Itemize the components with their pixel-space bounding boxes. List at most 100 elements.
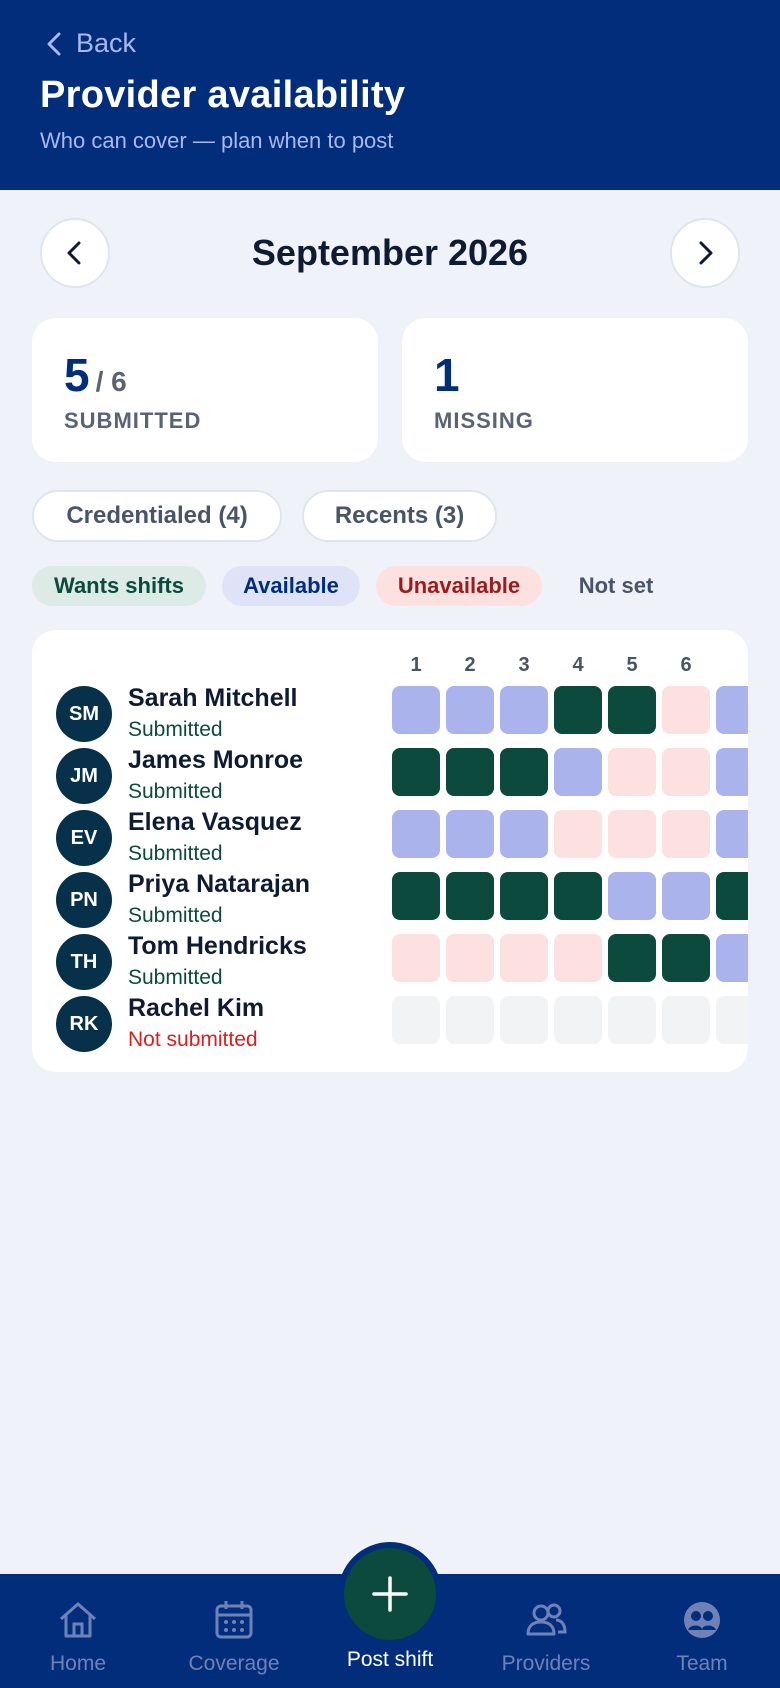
nav-item-providers[interactable]: Providers [486,1598,606,1676]
provider-row[interactable]: SM Sarah Mitchell Submitted [32,684,748,746]
chevron-left-icon [47,32,61,55]
filter-chip-credentialed[interactable]: Credentialed (4) [32,490,282,542]
provider-status: Submitted [128,718,223,741]
availability-cell[interactable] [554,686,602,734]
availability-cell[interactable] [446,934,494,982]
nav-label-providers: Providers [501,1652,591,1675]
availability-cell[interactable] [662,748,710,796]
avatar: RK [56,996,112,1052]
availability-cell[interactable] [392,810,440,858]
nav-item-team[interactable]: Team [642,1598,762,1676]
avatar: JM [56,748,112,804]
back-button[interactable]: Back [44,28,136,59]
provider-name: Sarah Mitchell [128,684,298,712]
availability-cell[interactable] [554,996,602,1044]
avatar: TH [56,934,112,990]
availability-cell[interactable] [446,748,494,796]
availability-cell[interactable] [554,934,602,982]
provider-row[interactable]: JM James Monroe Submitted [32,746,748,808]
availability-cell[interactable] [392,872,440,920]
nav-label-coverage: Coverage [188,1652,280,1675]
filter-chip-recents[interactable]: Recents (3) [302,490,497,542]
availability-grid: 1 2 3 4 5 6 SM Sarah Mitchell Submitted JM James M… [32,630,748,1072]
availability-cell[interactable] [500,810,548,858]
provider-name: Elena Vasquez [128,808,302,836]
availability-cell[interactable] [446,872,494,920]
availability-cell[interactable] [662,810,710,858]
availability-cell[interactable] [392,748,440,796]
provider-status: Not submitted [128,1028,258,1051]
legend-not-set: Not set [578,573,654,598]
month-selector: September 2026 [40,218,740,290]
availability-cell[interactable] [608,810,656,858]
availability-cell[interactable] [446,996,494,1044]
post-shift-button[interactable] [344,1548,436,1640]
availability-cell[interactable] [608,996,656,1044]
availability-cell[interactable] [716,934,748,982]
page-title: Provider availability [40,74,406,116]
team-icon [684,1602,720,1638]
app-header: Back Provider availability Who can cover… [0,0,780,190]
legend-available: Available [222,566,360,606]
day-header: 2 [464,654,476,676]
avatar: SM [56,686,112,742]
availability-cell[interactable] [392,934,440,982]
provider-row[interactable]: EV Elena Vasquez Submitted [32,808,748,870]
availability-cell[interactable] [500,996,548,1044]
availability-cell[interactable] [554,748,602,796]
availability-cell[interactable] [608,872,656,920]
calendar-icon [215,1601,253,1639]
availability-cell[interactable] [716,810,748,858]
availability-cell[interactable] [662,934,710,982]
availability-cell[interactable] [500,872,548,920]
availability-cell[interactable] [608,748,656,796]
availability-cell[interactable] [500,686,548,734]
availability-cell[interactable] [716,686,748,734]
missing-label: MISSING [434,408,534,433]
availability-cell[interactable] [662,872,710,920]
provider-status: Submitted [128,780,223,803]
missing-stat-card: 1 MISSING [402,318,748,462]
provider-status: Submitted [128,904,223,927]
availability-cell[interactable] [716,996,748,1044]
availability-cell[interactable] [392,686,440,734]
provider-name: Tom Hendricks [128,932,307,960]
submitted-label: SUBMITTED [64,408,202,433]
submitted-count: 5/ 6 [64,348,127,402]
availability-cell[interactable] [662,996,710,1044]
people-icon [526,1603,567,1636]
submitted-stat-card: 5/ 6 SUBMITTED [32,318,378,462]
nav-item-coverage[interactable]: Coverage [174,1598,294,1676]
day-header: 6 [680,654,692,676]
provider-status: Submitted [128,966,223,989]
availability-cell[interactable] [392,996,440,1044]
availability-cell[interactable] [554,872,602,920]
nav-label-home: Home [49,1652,107,1675]
provider-name: Rachel Kim [128,994,265,1022]
provider-row[interactable]: RK Rachel Kim Not submitted [32,994,748,1056]
provider-row[interactable]: TH Tom Hendricks Submitted [32,932,748,994]
home-icon [60,1602,96,1638]
nav-item-home[interactable]: Home [18,1598,138,1676]
availability-cell[interactable] [608,934,656,982]
page-subtitle: Who can cover — plan when to post [40,128,394,153]
provider-status: Submitted [128,842,223,865]
availability-cell[interactable] [446,686,494,734]
availability-cell[interactable] [446,810,494,858]
availability-cell[interactable] [554,810,602,858]
availability-cell[interactable] [500,748,548,796]
provider-name: James Monroe [128,746,304,774]
submitted-value: 5 [64,349,90,401]
availability-cell[interactable] [716,872,748,920]
next-month-button[interactable] [670,218,740,288]
back-label: Back [76,28,137,58]
availability-cell[interactable] [500,934,548,982]
day-header: 5 [626,654,638,676]
provider-row[interactable]: PN Priya Natarajan Submitted [32,870,748,932]
avatar: EV [56,810,112,866]
day-header: 3 [518,654,530,676]
post-shift-label: Post shift [346,1648,434,1671]
availability-cell[interactable] [716,748,748,796]
availability-cell[interactable] [662,686,710,734]
availability-cell[interactable] [608,686,656,734]
